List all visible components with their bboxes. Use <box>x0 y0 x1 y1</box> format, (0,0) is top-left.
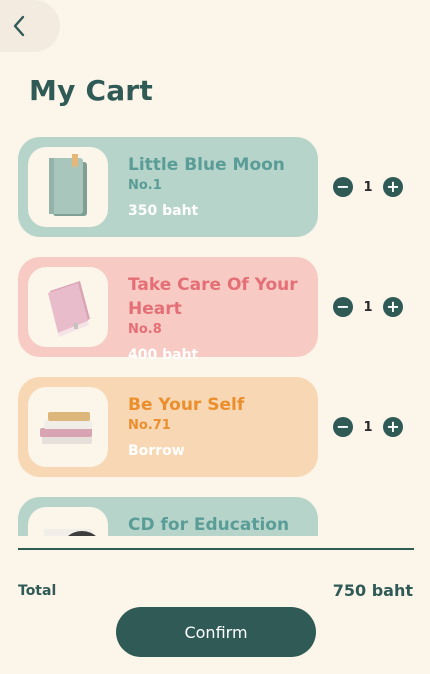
plus-icon: + <box>386 297 400 316</box>
cart-item[interactable]: Take Care Of Your Heart No.8 400 baht <box>18 257 318 363</box>
item-price: 350 baht <box>128 203 199 219</box>
item-thumbnail <box>28 387 108 467</box>
plus-icon: + <box>386 177 400 196</box>
minus-icon: − <box>336 417 350 436</box>
cd-icon <box>44 529 96 536</box>
quantity-stepper[interactable]: − 1 + <box>333 176 403 198</box>
cart-item[interactable]: Be Your Self No.71 Borrow <box>18 377 318 477</box>
item-title: Little Blue Moon <box>128 155 285 175</box>
increase-button[interactable]: + <box>382 177 403 197</box>
item-thumbnail <box>28 147 108 227</box>
quantity-stepper[interactable]: − 1 + <box>333 416 403 438</box>
cart-item[interactable]: CD for Education <box>18 497 318 536</box>
chevron-left-icon <box>13 15 25 37</box>
item-status: Borrow <box>128 443 185 459</box>
item-number: No.8 <box>128 322 162 337</box>
back-button[interactable] <box>0 0 60 52</box>
total-value: 750 baht <box>332 581 413 600</box>
quantity-value: 1 <box>363 419 373 435</box>
total-label: Total <box>18 583 57 599</box>
increase-button[interactable]: + <box>382 417 403 437</box>
item-thumbnail <box>28 267 108 347</box>
quantity-value: 1 <box>363 179 373 195</box>
item-price: 400 baht <box>128 347 199 363</box>
page-title: My Cart <box>29 74 153 107</box>
plus-icon: + <box>386 417 400 436</box>
item-title: Be Your Self <box>128 395 245 415</box>
divider <box>18 548 414 550</box>
cart-item[interactable]: Little Blue Moon No.1 350 baht <box>18 137 318 237</box>
item-number: No.71 <box>128 418 171 433</box>
quantity-stepper[interactable]: − 1 + <box>333 296 403 318</box>
item-number: No.1 <box>128 178 162 193</box>
increase-button[interactable]: + <box>382 297 403 317</box>
decrease-button[interactable]: − <box>333 177 353 197</box>
book-stack-icon <box>40 412 92 444</box>
confirm-button[interactable]: Confirm <box>116 607 316 657</box>
cart-list[interactable]: Little Blue Moon No.1 350 baht − 1 + Tak… <box>0 130 430 536</box>
quantity-value: 1 <box>363 299 373 315</box>
pink-book-icon <box>48 281 90 337</box>
green-notebook-icon <box>49 154 87 216</box>
minus-icon: − <box>336 297 350 316</box>
decrease-button[interactable]: − <box>333 297 353 317</box>
item-thumbnail <box>28 507 108 536</box>
decrease-button[interactable]: − <box>333 417 353 437</box>
item-title: CD for Education <box>128 515 290 535</box>
item-title: Take Care Of Your Heart <box>128 275 298 319</box>
minus-icon: − <box>336 177 350 196</box>
